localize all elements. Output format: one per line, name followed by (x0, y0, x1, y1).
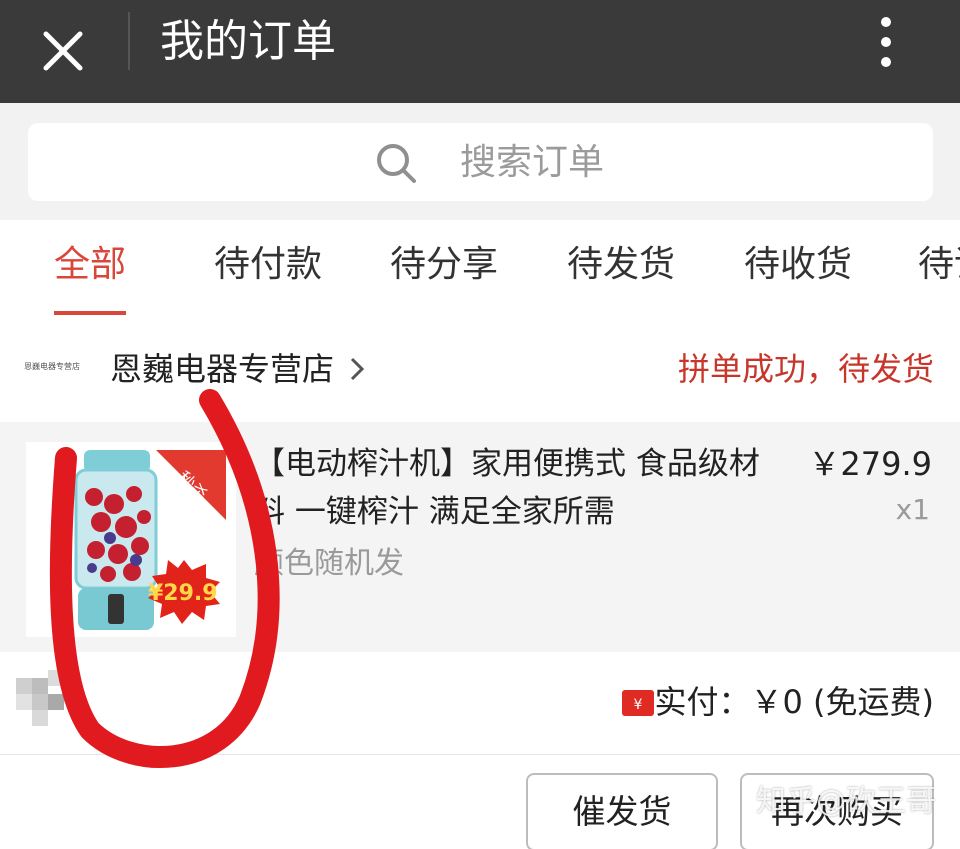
tab-pending-receipt[interactable]: 待收货 (744, 242, 852, 288)
close-icon[interactable] (30, 18, 96, 84)
chevron-right-icon (350, 357, 365, 381)
more-vertical-icon[interactable] (868, 12, 904, 72)
price-sticker: ¥29.9 (148, 581, 218, 606)
shop-name[interactable]: 恩巍电器专营店 (110, 346, 334, 392)
svg-text:¥: ¥ (634, 697, 643, 713)
urge-shipment-button[interactable]: 催发货 (526, 773, 718, 849)
order-tabs: 全部 待付款 待分享 待发货 待收货 待评 (0, 220, 960, 324)
order-status: 拼单成功，待发货 (677, 350, 934, 388)
tab-pending-review[interactable]: 待评 (918, 242, 960, 288)
product-price: ￥279.9 (808, 445, 932, 483)
amount-paid-label: 实付： (654, 683, 751, 721)
payment-voucher-icon: ¥ (622, 690, 654, 716)
shop-logo: 恩巍电器专营店 (24, 362, 80, 371)
search-input[interactable]: 搜索订单 (28, 123, 933, 201)
amount-paid-value: ￥0 (750, 683, 803, 721)
active-tab-indicator (54, 311, 126, 315)
search-area: 搜索订单 (0, 103, 960, 220)
shop-header[interactable]: 恩巍电器专营店 恩巍电器专营店 拼单成功，待发货 (0, 324, 960, 422)
title-bar: 我的订单 (0, 0, 960, 103)
tab-pending-shipment[interactable]: 待发货 (567, 242, 675, 288)
tab-pending-payment[interactable]: 待付款 (214, 242, 322, 288)
payment-row: ¥ 实付：￥0 (免运费) (0, 652, 960, 754)
product-row[interactable]: 秒杀 ¥29.9 【电动榨汁机】家用便携式 食品级材料 一键榨汁 满足全家所需 … (0, 422, 960, 652)
product-image[interactable]: 秒杀 ¥29.9 (26, 442, 236, 637)
buy-again-button[interactable]: 再次购买 (740, 773, 934, 849)
order-actions: 催发货 再次购买 (0, 754, 960, 849)
blurred-avatar (16, 670, 80, 726)
product-spec: 颜色随机发 (254, 546, 404, 581)
search-icon (377, 144, 416, 183)
tab-all[interactable]: 全部 (54, 242, 126, 288)
product-title[interactable]: 【电动榨汁机】家用便携式 食品级材料 一键榨汁 满足全家所需 (254, 440, 774, 536)
tab-pending-share[interactable]: 待分享 (390, 242, 498, 288)
amount-paid: 实付：￥0 (免运费) (654, 678, 934, 726)
shipping-note: (免运费) (813, 683, 934, 721)
search-placeholder: 搜索订单 (460, 142, 605, 183)
page-title: 我的订单 (160, 16, 336, 67)
title-separator (128, 12, 130, 70)
product-quantity: x1 (895, 493, 930, 526)
